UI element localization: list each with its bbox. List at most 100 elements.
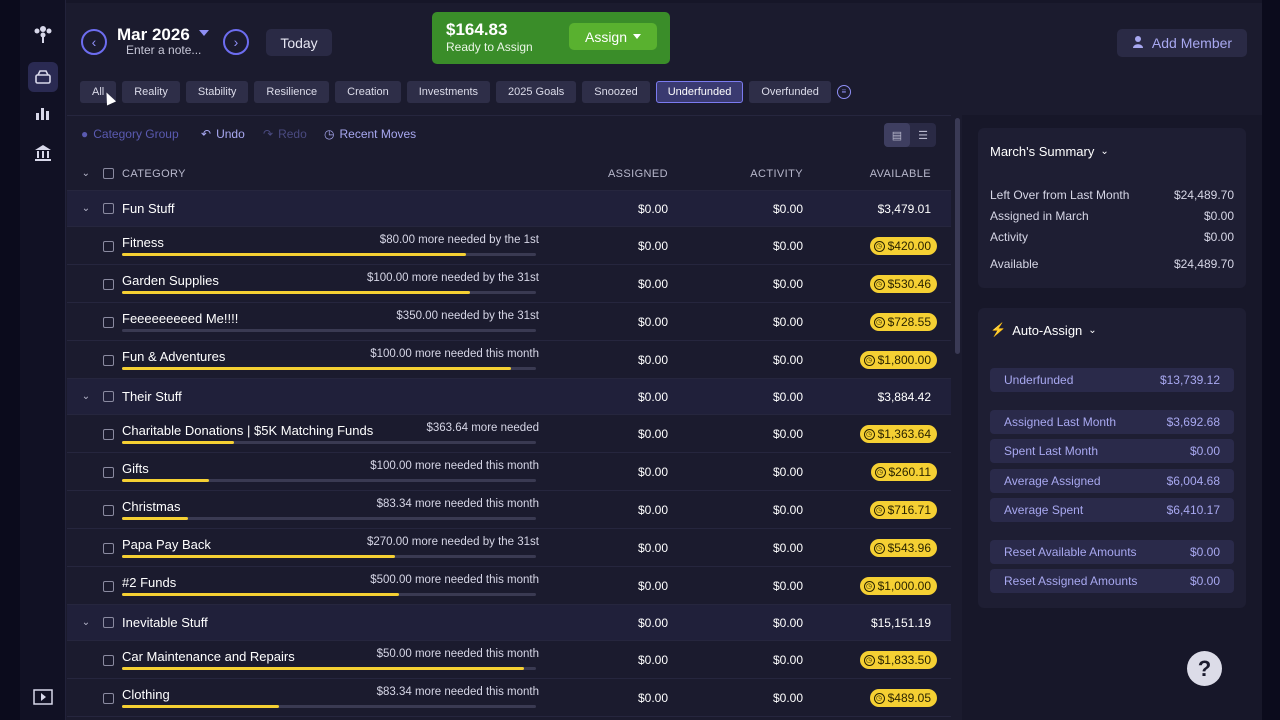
- filter-2025-goals[interactable]: 2025 Goals: [496, 80, 577, 103]
- month-title[interactable]: Mar 2026: [117, 25, 190, 45]
- group-name[interactable]: Their Stuff: [122, 389, 182, 404]
- view-toggle[interactable]: ▤ ☰: [884, 123, 936, 147]
- previous-month-button[interactable]: ‹: [81, 29, 107, 55]
- available-pill[interactable]: ◷ $1,833.50: [859, 651, 937, 669]
- list-view-icon[interactable]: ☰: [910, 123, 936, 147]
- available-pill[interactable]: ◷ $489.05: [869, 689, 937, 707]
- category-assigned[interactable]: $0.00: [638, 465, 668, 479]
- available-pill[interactable]: ◷ $728.55: [869, 313, 937, 331]
- category-name[interactable]: Fitness: [122, 235, 164, 250]
- group-checkbox[interactable]: [103, 617, 114, 628]
- accounts-bank-icon[interactable]: [32, 142, 54, 164]
- recent-moves-button[interactable]: ◷ Recent Moves: [324, 127, 416, 141]
- filter-settings-icon[interactable]: ≡: [836, 84, 851, 99]
- category-group-row[interactable]: ⌄ Fun Stuff $0.00 $0.00 $3,479.01: [67, 191, 951, 227]
- auto-assign-assigned-last-month[interactable]: Assigned Last Month $3,692.68: [990, 410, 1234, 434]
- category-name[interactable]: Car Maintenance and Repairs: [122, 649, 295, 664]
- category-name[interactable]: Christmas: [122, 499, 181, 514]
- auto-assign-reset-assigned[interactable]: Reset Assigned Amounts $0.00: [990, 569, 1234, 593]
- group-name[interactable]: Fun Stuff: [122, 201, 175, 216]
- category-group-row[interactable]: ⌄ Their Stuff $0.00 $0.00 $3,884.42: [67, 379, 951, 415]
- undo-button[interactable]: ↶ Undo: [201, 127, 245, 141]
- auto-assign-reset-available[interactable]: Reset Available Amounts $0.00: [990, 540, 1234, 564]
- category-name[interactable]: Charitable Donations | $5K Matching Fund…: [122, 423, 373, 438]
- category-activity[interactable]: $0.00: [773, 427, 803, 441]
- filter-resilience[interactable]: Resilience: [254, 80, 330, 103]
- category-name[interactable]: Papa Pay Back: [122, 537, 211, 552]
- category-checkbox[interactable]: [103, 581, 114, 592]
- category-activity[interactable]: $0.00: [773, 315, 803, 329]
- group-checkbox[interactable]: [103, 391, 114, 402]
- category-checkbox[interactable]: [103, 543, 114, 554]
- category-checkbox[interactable]: [103, 279, 114, 290]
- group-collapse-chevron-icon[interactable]: ⌄: [80, 203, 92, 214]
- auto-assign-average-spent[interactable]: Average Spent $6,410.17: [990, 498, 1234, 522]
- category-assigned[interactable]: $0.00: [638, 541, 668, 555]
- available-pill[interactable]: ◷ $530.46: [869, 275, 937, 293]
- select-all-checkbox[interactable]: [103, 168, 114, 179]
- category-activity[interactable]: $0.00: [773, 239, 803, 253]
- grouped-view-icon[interactable]: ▤: [884, 123, 910, 147]
- filter-reality[interactable]: Reality: [122, 80, 180, 103]
- available-pill[interactable]: ◷ $1,363.64: [859, 425, 937, 443]
- month-note-input[interactable]: Enter a note...: [126, 43, 201, 57]
- auto-assign-spent-last-month[interactable]: Spent Last Month $0.00: [990, 439, 1234, 463]
- category-assigned[interactable]: $0.00: [638, 353, 668, 367]
- available-pill[interactable]: ◷ $420.00: [869, 237, 937, 255]
- category-row[interactable]: #2 Funds $500.00 more needed this month $0…: [67, 567, 951, 605]
- available-pill[interactable]: ◷ $543.96: [869, 539, 937, 557]
- assign-button[interactable]: Assign: [569, 23, 657, 50]
- category-activity[interactable]: $0.00: [773, 465, 803, 479]
- category-activity[interactable]: $0.00: [773, 541, 803, 555]
- category-row[interactable]: Clothing $83.34 more needed this month $0.…: [67, 679, 951, 717]
- category-checkbox[interactable]: [103, 355, 114, 366]
- filter-underfunded[interactable]: Underfunded: [655, 80, 744, 103]
- available-pill[interactable]: ◷ $1,800.00: [859, 351, 937, 369]
- filter-snoozed[interactable]: Snoozed: [582, 80, 650, 103]
- logo-tree-icon[interactable]: [32, 22, 54, 44]
- category-row[interactable]: Charitable Donations | $5K Matching Fund…: [67, 415, 951, 453]
- budget-icon[interactable]: [28, 62, 58, 92]
- add-member-button[interactable]: Add Member: [1117, 29, 1247, 57]
- category-name[interactable]: #2 Funds: [122, 575, 176, 590]
- next-month-button[interactable]: ›: [223, 29, 249, 55]
- category-activity[interactable]: $0.00: [773, 353, 803, 367]
- category-activity[interactable]: $0.00: [773, 579, 803, 593]
- category-checkbox[interactable]: [103, 317, 114, 328]
- category-assigned[interactable]: $0.00: [638, 315, 668, 329]
- category-assigned[interactable]: $0.00: [638, 239, 668, 253]
- category-row[interactable]: Feeeeeeeeed Me!!!! $350.00 needed by the …: [67, 303, 951, 341]
- category-checkbox[interactable]: [103, 693, 114, 704]
- group-collapse-chevron-icon[interactable]: ⌄: [80, 617, 92, 628]
- redo-button[interactable]: ↷ Redo: [263, 127, 307, 141]
- category-group-row[interactable]: ⌄ Inevitable Stuff $0.00 $0.00 $15,151.19: [67, 605, 951, 641]
- group-name[interactable]: Inevitable Stuff: [122, 615, 208, 630]
- category-row[interactable]: Gifts $100.00 more needed this month $0.00…: [67, 453, 951, 491]
- collapse-all-chevron-icon[interactable]: ⌄: [80, 168, 92, 179]
- category-checkbox[interactable]: [103, 505, 114, 516]
- category-name[interactable]: Clothing: [122, 687, 170, 702]
- filter-overfunded[interactable]: Overfunded: [749, 80, 831, 103]
- category-name[interactable]: Feeeeeeeeed Me!!!!: [122, 311, 238, 326]
- category-assigned[interactable]: $0.00: [638, 579, 668, 593]
- category-row[interactable]: Garden Supplies $100.00 more needed by th…: [67, 265, 951, 303]
- available-pill[interactable]: ◷ $260.11: [870, 463, 937, 481]
- category-assigned[interactable]: $0.00: [638, 503, 668, 517]
- budget-scrollbar[interactable]: [955, 118, 960, 354]
- category-name[interactable]: Garden Supplies: [122, 273, 219, 288]
- category-row[interactable]: Fitness $80.00 more needed by the 1st $0.0…: [67, 227, 951, 265]
- group-checkbox[interactable]: [103, 203, 114, 214]
- category-activity[interactable]: $0.00: [773, 653, 803, 667]
- group-collapse-chevron-icon[interactable]: ⌄: [80, 391, 92, 402]
- category-activity[interactable]: $0.00: [773, 691, 803, 705]
- category-assigned[interactable]: $0.00: [638, 277, 668, 291]
- filter-stability[interactable]: Stability: [185, 80, 249, 103]
- category-activity[interactable]: $0.00: [773, 503, 803, 517]
- category-assigned[interactable]: $0.00: [638, 427, 668, 441]
- filter-investments[interactable]: Investments: [406, 80, 491, 103]
- category-activity[interactable]: $0.00: [773, 277, 803, 291]
- month-dropdown-caret-icon[interactable]: [199, 30, 209, 36]
- category-row[interactable]: Car Maintenance and Repairs $50.00 more n…: [67, 641, 951, 679]
- help-button[interactable]: ?: [1187, 651, 1222, 686]
- available-pill[interactable]: ◷ $1,000.00: [859, 577, 937, 595]
